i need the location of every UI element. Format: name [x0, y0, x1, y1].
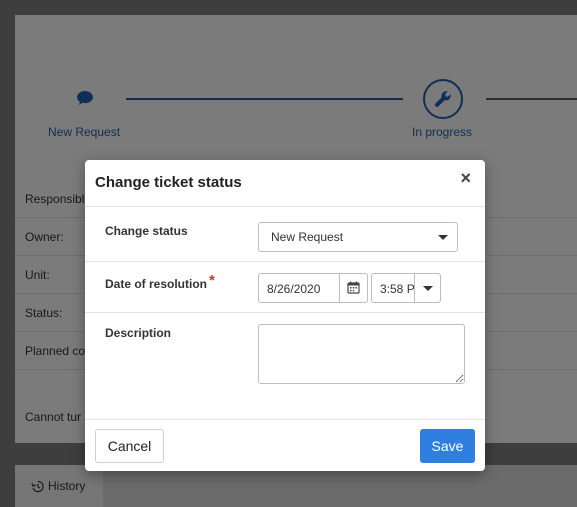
- calendar-button[interactable]: [339, 274, 367, 302]
- change-status-row: Change status New Request: [85, 207, 485, 262]
- date-value: 8/26/2020: [267, 282, 321, 296]
- time-value: 3:58 P: [380, 282, 414, 296]
- required-marker: *: [209, 272, 215, 289]
- change-status-select[interactable]: New Request: [258, 222, 458, 252]
- description-label: Description: [105, 326, 172, 340]
- date-of-resolution-row: Date of resolution * 8/26/2020 3:58 P: [85, 262, 485, 313]
- close-icon[interactable]: ×: [460, 169, 471, 187]
- date-input[interactable]: 8/26/2020: [258, 273, 368, 303]
- description-textarea[interactable]: [258, 324, 465, 384]
- time-input[interactable]: 3:58 P: [371, 273, 441, 303]
- chevron-down-icon: [438, 235, 448, 240]
- dialog-title: Change ticket status: [95, 174, 242, 191]
- calendar-icon: [347, 281, 360, 294]
- dialog-header: Change ticket status ×: [85, 160, 485, 207]
- dialog-footer: Cancel Save: [85, 419, 485, 471]
- time-dropdown-button[interactable]: [414, 274, 440, 302]
- date-label-text: Date of resolution: [105, 277, 208, 291]
- change-status-label: Change status: [105, 224, 188, 238]
- chevron-down-icon: [423, 286, 433, 291]
- cancel-button[interactable]: Cancel: [95, 429, 164, 463]
- date-of-resolution-label: Date of resolution *: [105, 272, 215, 292]
- change-status-value: New Request: [271, 230, 344, 244]
- description-row: Description: [85, 313, 485, 419]
- change-status-dialog: Change ticket status × Change status New…: [85, 160, 485, 471]
- save-button[interactable]: Save: [420, 429, 475, 463]
